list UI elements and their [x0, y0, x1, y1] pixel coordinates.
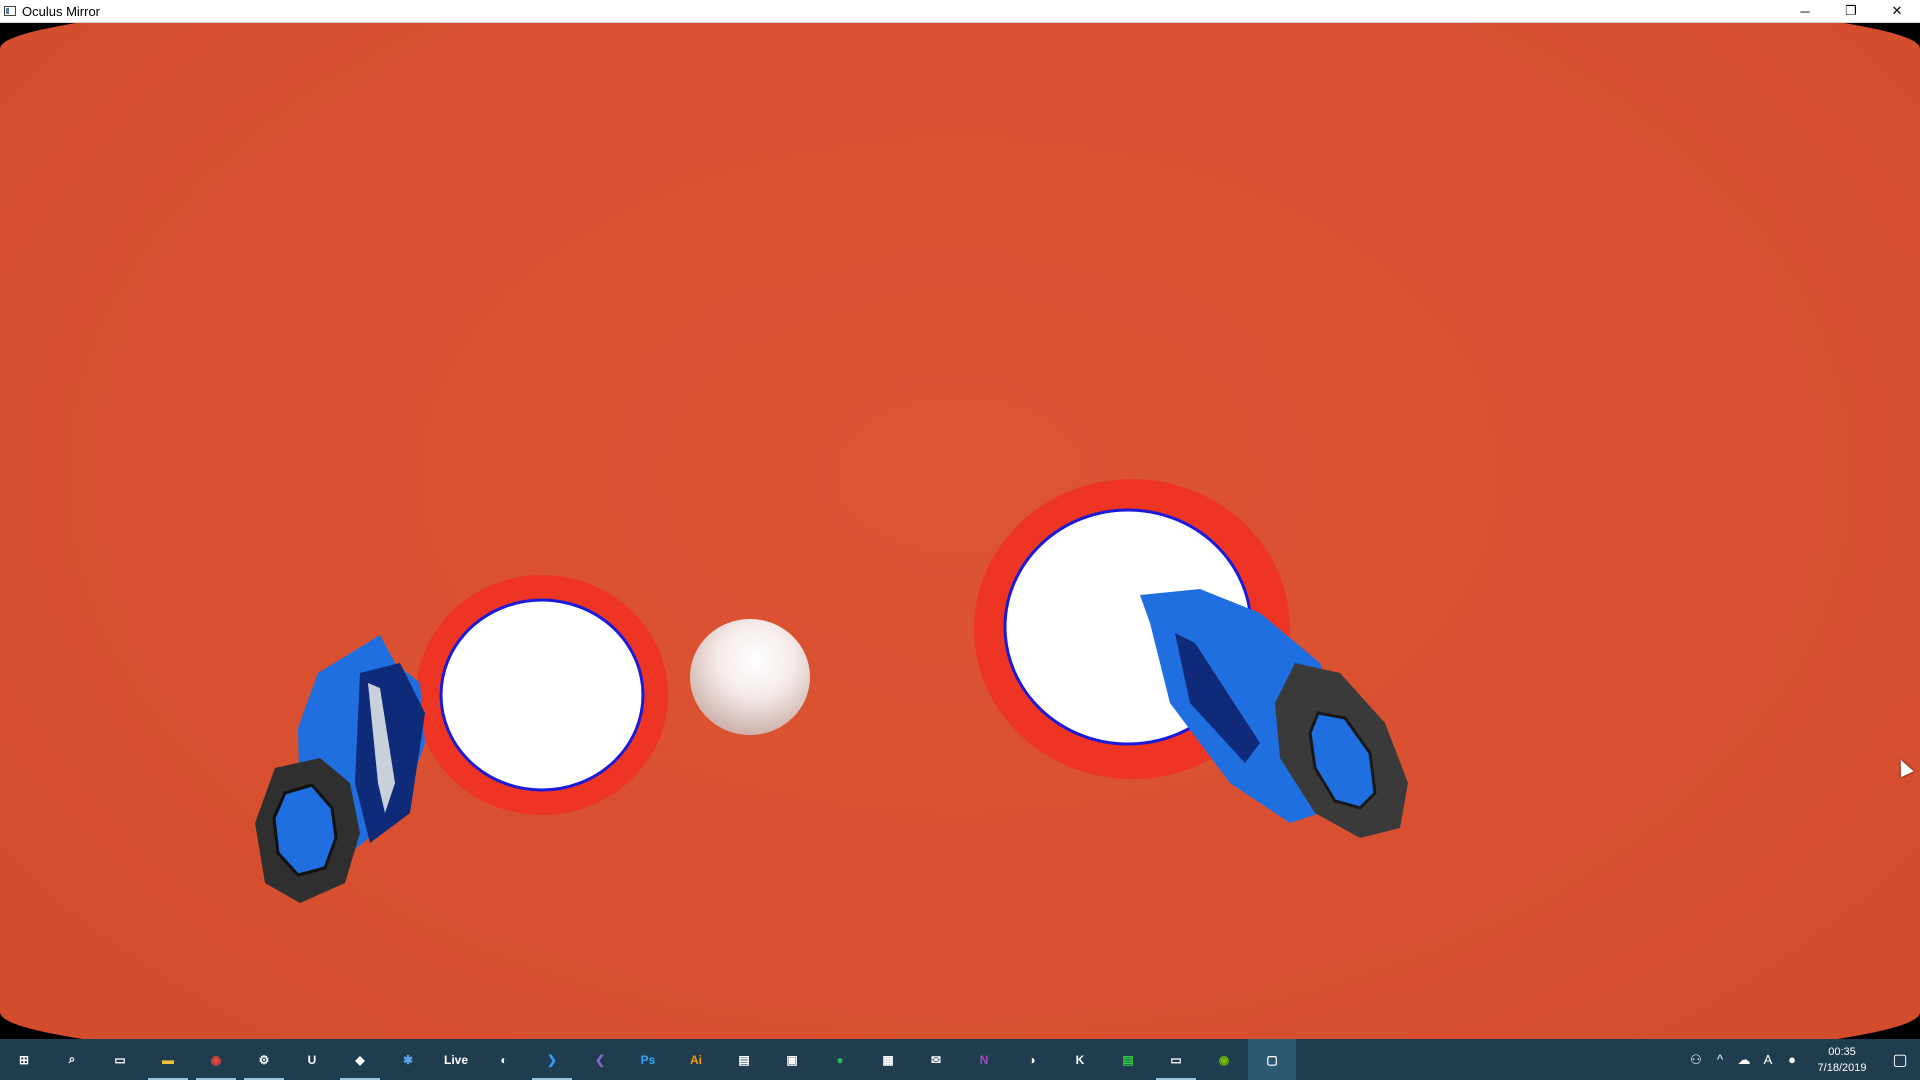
clock-date: 7/18/2019	[1817, 1061, 1867, 1074]
visual-studio-icon-glyph: ❮	[594, 1052, 606, 1067]
tool-icon[interactable]: ▦	[864, 1039, 912, 1080]
live-icon-glyph: Live	[444, 1052, 469, 1067]
photos-icon-glyph: ▣	[786, 1052, 798, 1067]
app-icon[interactable]: ◑	[1008, 1039, 1056, 1080]
spotify-icon-glyph: ●	[836, 1052, 844, 1067]
start-icon[interactable]: ⊞	[0, 1039, 48, 1080]
vscode-icon[interactable]: ❯	[528, 1039, 576, 1080]
search-icon[interactable]: ⌕	[48, 1039, 96, 1080]
blender-icon-glyph: ◐	[500, 1052, 508, 1067]
steam-icon-glyph: ⚙	[258, 1052, 270, 1067]
clock-time: 00:35	[1828, 1045, 1856, 1058]
unreal-icon-glyph: U	[307, 1052, 317, 1067]
left-controller	[255, 635, 425, 903]
system-tray: ⚇ ^ ☁ A ● 00:35 7/18/2019 ▢	[1684, 1039, 1920, 1080]
task-view-icon[interactable]: ▭	[96, 1039, 144, 1080]
network-icon[interactable]: ✱	[384, 1039, 432, 1080]
tool-icon-glyph: ▦	[882, 1052, 894, 1067]
steam-icon[interactable]: ⚙	[240, 1039, 288, 1080]
title-bar: Oculus Mirror ─ ❐ ✕	[0, 0, 1920, 23]
chrome-icon[interactable]: ◉	[192, 1039, 240, 1080]
tray-icons: ⚇ ^ ☁ A ●	[1684, 1039, 1804, 1080]
onenote-icon[interactable]: N	[960, 1039, 1008, 1080]
task-view-icon-glyph: ▭	[114, 1052, 126, 1067]
chevron-up-icon[interactable]: ^	[1708, 1039, 1732, 1080]
oculus-icon[interactable]: ▭	[1152, 1039, 1200, 1080]
illustrator-icon-glyph: Ai	[690, 1052, 702, 1067]
taskbar: ⊞ ⌕ ▭ ▬ ◉ ⚙ U ◆ ✱ Live ◐ ❯ ❮ Ps Ai ▤ ▣ ● ▦ ✉ N ◑ K ▤ ▭ ◉ ▢ ⚇ ^ ☁ A ● 0…	[0, 1039, 1920, 1080]
clock[interactable]: 00:35 7/18/2019	[1804, 1044, 1880, 1076]
app-icon-glyph: ◑	[1028, 1052, 1036, 1067]
nvidia-icon-glyph: ◉	[1218, 1052, 1230, 1067]
notification-center-icon[interactable]: ▢	[1880, 1039, 1920, 1080]
search-icon-glyph: ⌕	[68, 1052, 76, 1066]
oculus-mirror-icon[interactable]: ▢	[1248, 1039, 1296, 1080]
books-icon-glyph: ▤	[738, 1052, 750, 1067]
vscode-icon-glyph: ❯	[546, 1052, 558, 1067]
unity-icon-glyph: ◆	[355, 1052, 365, 1067]
window-icon	[4, 6, 16, 16]
people-icon[interactable]: ⚇	[1684, 1039, 1708, 1080]
minimize-button[interactable]: ─	[1782, 0, 1828, 22]
photoshop-icon-glyph: Ps	[640, 1052, 656, 1067]
font-icon[interactable]: A	[1756, 1039, 1780, 1080]
oculus-mirror-icon-glyph: ▢	[1266, 1052, 1278, 1067]
left-teleport-ring	[416, 575, 668, 815]
onenote-icon-glyph: N	[979, 1052, 989, 1067]
mail-icon-glyph: ✉	[930, 1052, 942, 1067]
nvidia-icon[interactable]: ◉	[1200, 1039, 1248, 1080]
file-explorer-icon[interactable]: ▬	[144, 1039, 192, 1080]
network-icon-glyph: ✱	[402, 1052, 414, 1067]
books-icon[interactable]: ▤	[720, 1039, 768, 1080]
unity-icon[interactable]: ◆	[336, 1039, 384, 1080]
ak-icon-glyph: K	[1075, 1052, 1085, 1067]
visual-studio-icon[interactable]: ❮	[576, 1039, 624, 1080]
photos-icon[interactable]: ▣	[768, 1039, 816, 1080]
oculus-icon-glyph: ▭	[1170, 1052, 1182, 1067]
pearl-sphere	[690, 619, 810, 735]
terminal-icon-glyph: ▤	[1122, 1052, 1134, 1067]
window-title: Oculus Mirror	[22, 3, 101, 19]
close-button[interactable]: ✕	[1874, 0, 1920, 22]
vr-scene	[255, 479, 1408, 903]
taskbar-icons: ⊞ ⌕ ▭ ▬ ◉ ⚙ U ◆ ✱ Live ◐ ❯ ❮ Ps Ai ▤ ▣ ● ▦ ✉ N ◑ K ▤ ▭ ◉ ▢	[0, 1039, 1296, 1080]
photoshop-icon[interactable]: Ps	[624, 1039, 672, 1080]
ak-icon[interactable]: K	[1056, 1039, 1104, 1080]
globe-icon[interactable]: ●	[1780, 1039, 1804, 1080]
spotify-icon[interactable]: ●	[816, 1039, 864, 1080]
mail-icon[interactable]: ✉	[912, 1039, 960, 1080]
live-icon[interactable]: Live	[432, 1039, 480, 1080]
start-icon-glyph: ⊞	[18, 1052, 30, 1067]
unreal-icon[interactable]: U	[288, 1039, 336, 1080]
right-controller	[1140, 589, 1408, 838]
vr-viewport[interactable]	[0, 23, 1920, 1039]
cloud-icon[interactable]: ☁	[1732, 1039, 1756, 1080]
illustrator-icon[interactable]: Ai	[672, 1039, 720, 1080]
file-explorer-icon-glyph: ▬	[162, 1052, 174, 1067]
chrome-icon-glyph: ◉	[210, 1052, 222, 1067]
restore-button[interactable]: ❐	[1828, 0, 1874, 22]
terminal-icon[interactable]: ▤	[1104, 1039, 1152, 1080]
blender-icon[interactable]: ◐	[480, 1039, 528, 1080]
